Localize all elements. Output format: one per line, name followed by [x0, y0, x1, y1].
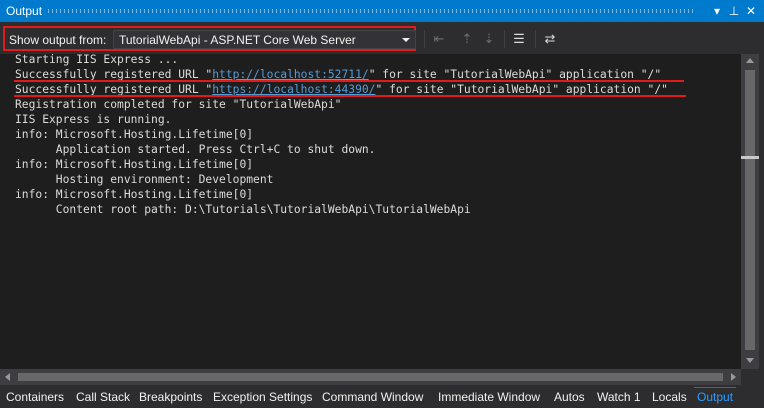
vertical-scrollbar[interactable]	[741, 54, 759, 369]
toggle-word-wrap-icon[interactable]: ⇄	[540, 29, 560, 49]
tab-containers[interactable]: Containers	[3, 388, 67, 406]
tab-autos[interactable]: Autos	[551, 388, 588, 406]
pin-icon[interactable]: ⊥	[727, 3, 741, 19]
find-message-icon[interactable]: ⇣	[479, 29, 499, 49]
vertical-scroll-thumb[interactable]	[745, 70, 755, 350]
horizontal-scroll-thumb[interactable]	[18, 373, 723, 381]
output-line: info: Microsoft.Hosting.Lifetime[0]	[15, 188, 254, 201]
window-title: Output	[6, 4, 43, 18]
tab-immediate-window[interactable]: Immediate Window	[435, 388, 543, 406]
output-source-value: TutorialWebApi - ASP.NET Core Web Server	[119, 33, 356, 47]
tab-watch-1[interactable]: Watch 1	[594, 388, 644, 406]
clear-all-icon[interactable]: ☰	[509, 29, 529, 49]
show-output-from-label: Show output from:	[9, 33, 107, 47]
output-title-bar[interactable]: Output ▾ ⊥ ✕	[0, 0, 764, 22]
output-line: Content root path: D:\Tutorials\Tutorial…	[15, 203, 471, 216]
goto-next-message-icon[interactable]: ⇡	[457, 29, 477, 49]
tab-exception-settings[interactable]: Exception Settings	[210, 388, 315, 406]
output-line: Application started. Press Ctrl+C to shu…	[15, 143, 376, 156]
output-lines: Starting IIS Express ... Successfully re…	[15, 52, 668, 217]
highlight-underline	[14, 95, 686, 97]
scroll-left-icon[interactable]	[5, 373, 10, 381]
scrollbar-corner	[741, 369, 759, 385]
output-line: info: Microsoft.Hosting.Lifetime[0]	[15, 158, 254, 171]
highlight-underline	[14, 80, 684, 82]
output-line: Registration completed for site "Tutoria…	[15, 98, 342, 111]
scroll-position-marker	[741, 156, 759, 159]
tab-call-stack[interactable]: Call Stack	[73, 388, 133, 406]
window-menu-dropdown-icon[interactable]: ▾	[710, 3, 724, 19]
output-line: info: Microsoft.Hosting.Lifetime[0]	[15, 128, 254, 141]
output-line: Hosting environment: Development	[15, 173, 274, 186]
horizontal-scrollbar[interactable]	[0, 369, 741, 385]
tab-locals[interactable]: Locals	[649, 388, 690, 406]
toolbar-separator	[424, 30, 425, 48]
goto-prev-message-icon[interactable]: ⇤	[429, 29, 449, 49]
tab-breakpoints[interactable]: Breakpoints	[136, 388, 205, 406]
panel-edge	[759, 54, 764, 385]
tab-command-window[interactable]: Command Window	[319, 388, 426, 406]
tab-output[interactable]: Output	[694, 387, 737, 406]
output-line: Starting IIS Express ...	[15, 53, 179, 66]
output-line: IIS Express is running.	[15, 113, 172, 126]
output-source-select[interactable]: TutorialWebApi - ASP.NET Core Web Server	[113, 30, 416, 49]
title-drag-grip[interactable]	[48, 9, 696, 13]
chevron-down-icon[interactable]	[402, 38, 410, 42]
toolbar-separator	[535, 30, 536, 48]
close-icon[interactable]: ✕	[744, 3, 758, 19]
toolbar-separator	[504, 30, 505, 48]
scroll-right-icon[interactable]	[731, 373, 736, 381]
scroll-up-icon[interactable]	[746, 58, 754, 63]
scroll-down-icon[interactable]	[746, 358, 754, 363]
